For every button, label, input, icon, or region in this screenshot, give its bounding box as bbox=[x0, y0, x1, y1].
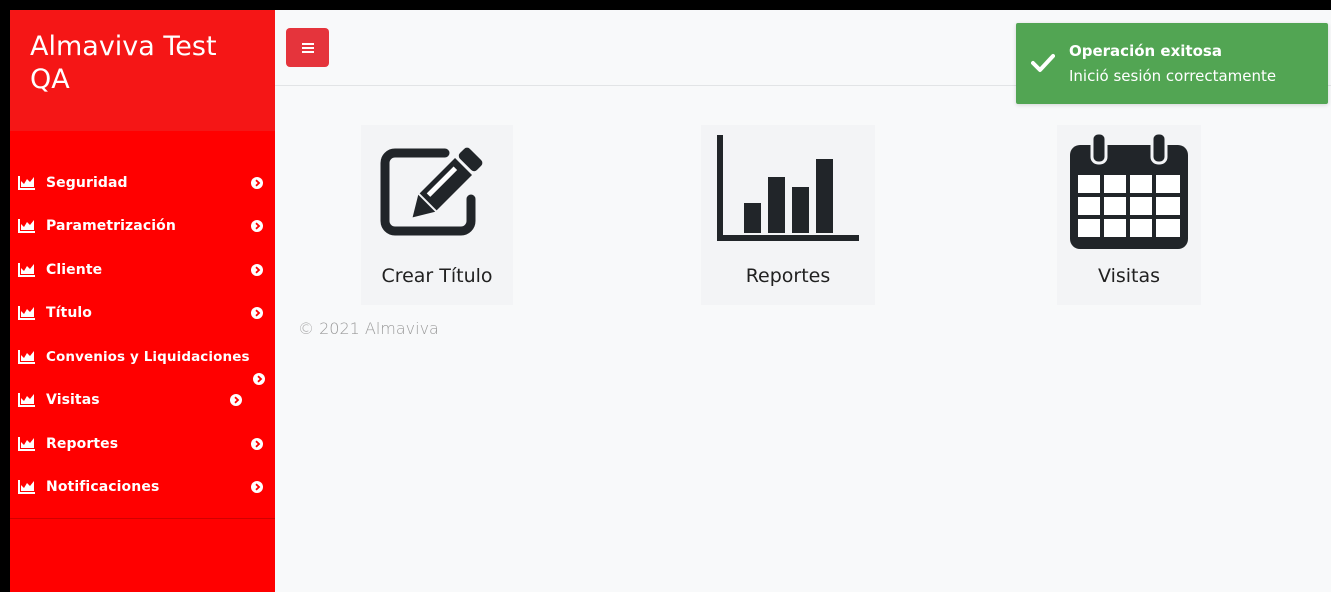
sidebar-item-parametrizacion[interactable]: Parametrización bbox=[10, 205, 275, 249]
sidebar-item-label: Título bbox=[46, 305, 93, 322]
brand-title: Almaviva Test QA bbox=[10, 10, 275, 131]
sidebar-item-label: Parametrización bbox=[46, 218, 176, 235]
sidebar-item-label: Reportes bbox=[46, 435, 119, 452]
chart-area-icon bbox=[18, 306, 35, 321]
main-content: Crear Título Reportes Visitas © 2021 Alm… bbox=[275, 87, 1331, 592]
chart-area-icon bbox=[18, 436, 35, 451]
tile-crear-titulo[interactable]: Crear Título bbox=[361, 125, 513, 305]
calendar-icon bbox=[1070, 133, 1188, 249]
hamburger-icon bbox=[301, 42, 314, 53]
tile-reportes[interactable]: Reportes bbox=[701, 125, 875, 305]
sidebar-item-seguridad[interactable]: Seguridad bbox=[10, 161, 275, 205]
tile-label: Visitas bbox=[1097, 265, 1161, 287]
chevron-right-icon bbox=[251, 481, 263, 494]
success-toast[interactable]: Operación exitosa Inició sesión correcta… bbox=[1016, 23, 1328, 104]
chart-area-icon bbox=[18, 262, 35, 277]
sidebar-item-titulo[interactable]: Título bbox=[10, 292, 275, 336]
sidebar-item-label: Convenios y Liquidaciones bbox=[46, 348, 250, 365]
chart-area-icon bbox=[18, 175, 35, 190]
app-frame: Almaviva Test QA Seguridad Parametrizaci… bbox=[0, 0, 1331, 592]
chevron-right-icon bbox=[251, 176, 263, 189]
bar-chart-icon bbox=[717, 135, 859, 241]
check-icon bbox=[1031, 54, 1055, 72]
sidebar-toggle-button[interactable] bbox=[286, 28, 329, 67]
sidebar-item-label: Cliente bbox=[46, 261, 103, 278]
chevron-right-icon bbox=[230, 394, 242, 407]
sidebar-item-notificaciones[interactable]: Notificaciones bbox=[10, 466, 275, 510]
toast-title: Operación exitosa bbox=[1069, 42, 1222, 60]
footer-copyright: © 2021 Almaviva bbox=[298, 319, 439, 338]
tile-label: Reportes bbox=[745, 265, 831, 287]
tile-visitas[interactable]: Visitas bbox=[1057, 125, 1201, 305]
tile-label: Crear Título bbox=[381, 265, 493, 287]
chart-area-icon bbox=[18, 393, 35, 408]
edit-icon bbox=[380, 147, 483, 236]
sidebar-item-visitas[interactable]: Visitas bbox=[10, 379, 275, 423]
sidebar-item-label: Notificaciones bbox=[46, 479, 160, 496]
sidebar: Almaviva Test QA Seguridad Parametrizaci… bbox=[10, 10, 275, 592]
sidebar-item-label: Visitas bbox=[46, 392, 100, 409]
sidebar-menu: Seguridad Parametrización Cliente Título bbox=[10, 131, 275, 509]
sidebar-item-label: Seguridad bbox=[46, 174, 128, 191]
sidebar-item-cliente[interactable]: Cliente bbox=[10, 248, 275, 292]
chevron-right-icon bbox=[251, 263, 263, 276]
chart-area-icon bbox=[18, 349, 35, 364]
sidebar-item-reportes[interactable]: Reportes bbox=[10, 422, 275, 466]
chart-area-icon bbox=[18, 219, 35, 234]
chart-area-icon bbox=[18, 480, 35, 495]
chevron-right-icon bbox=[251, 437, 263, 450]
toast-message: Inició sesión correctamente bbox=[1069, 67, 1277, 85]
sidebar-item-convenios[interactable]: Convenios y Liquidaciones bbox=[10, 335, 275, 385]
chevron-right-icon bbox=[251, 220, 263, 233]
sidebar-divider bbox=[10, 518, 275, 519]
chevron-right-icon bbox=[251, 307, 263, 320]
